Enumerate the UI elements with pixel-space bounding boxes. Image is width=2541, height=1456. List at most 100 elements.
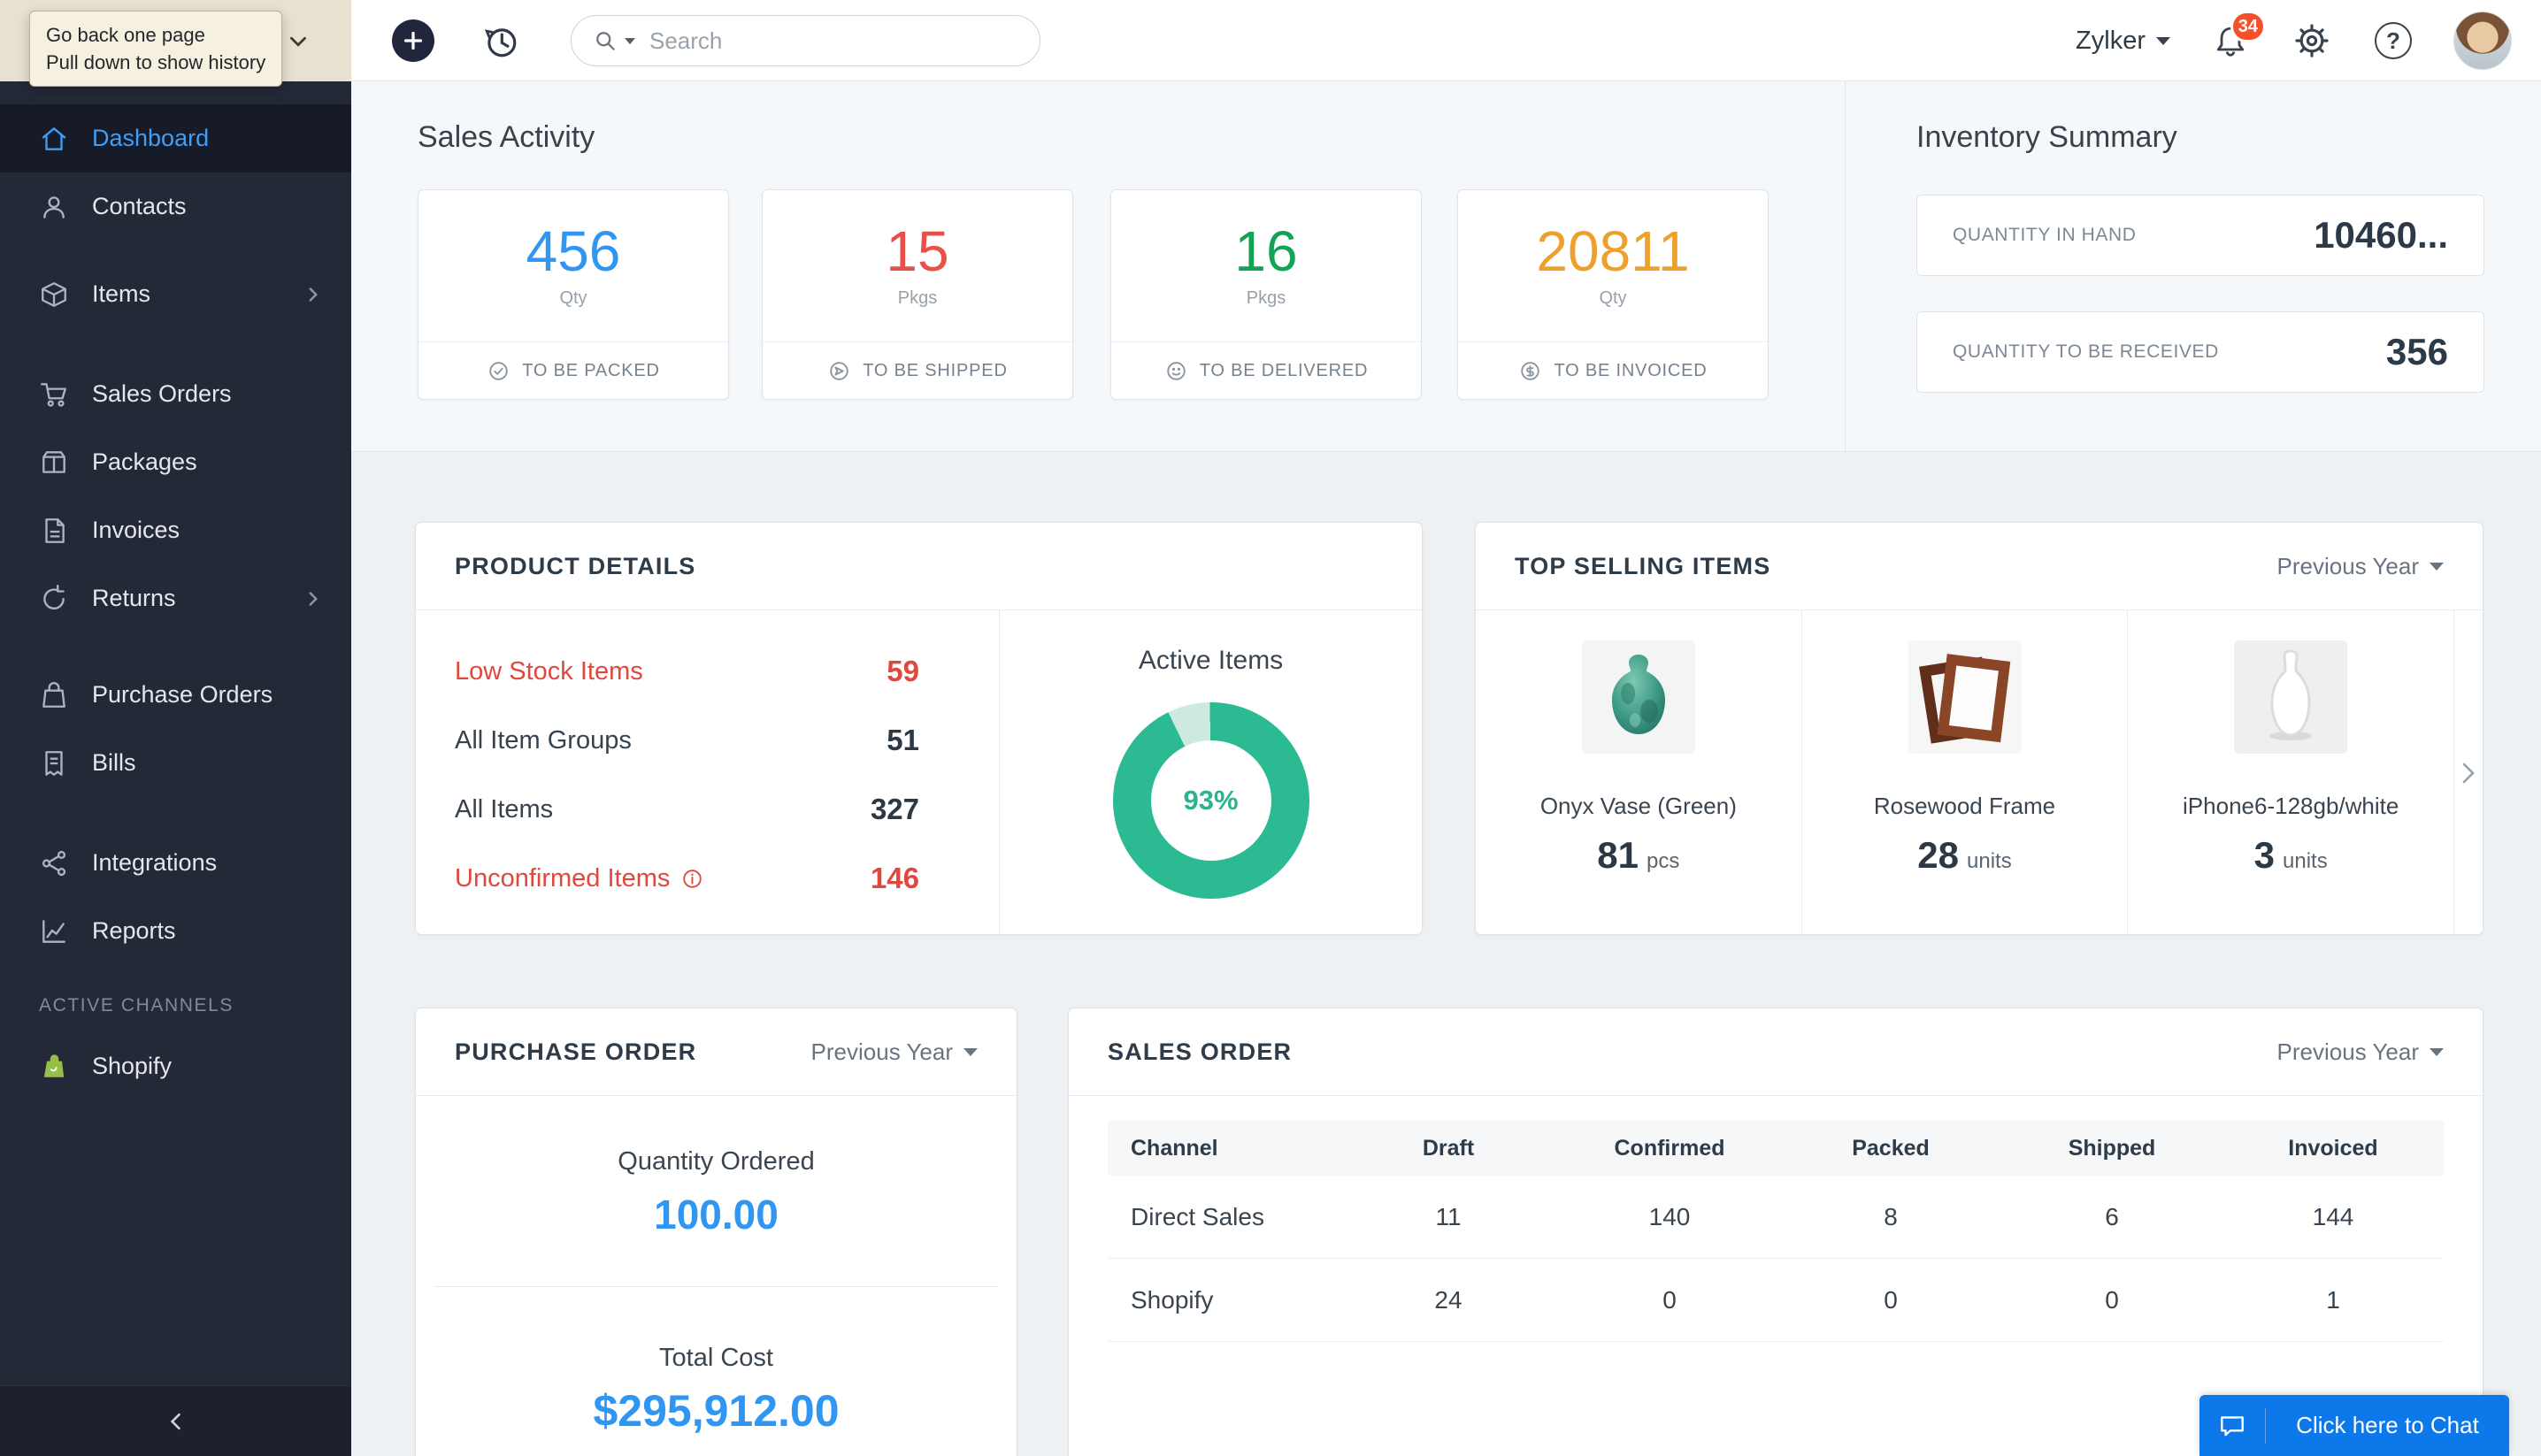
sidebar-item-integrations[interactable]: Integrations	[0, 829, 351, 897]
plus-icon	[403, 31, 423, 50]
all-item-groups-row[interactable]: All Item Groups 51	[455, 706, 919, 775]
sidebar-item-bills[interactable]: Bills	[0, 729, 351, 797]
top-selling-item[interactable]: iPhone6-128gb/white 3 units	[2128, 610, 2455, 935]
to-be-packed-card[interactable]: 456 Qty TO BE PACKED	[418, 189, 729, 400]
to-be-shipped-card[interactable]: 15 Pkgs TO BE SHIPPED	[762, 189, 1073, 400]
active-channels-heading: ACTIVE CHANNELS	[39, 995, 234, 1015]
top-bar: Zylker 34 ?	[0, 0, 2541, 81]
sidebar-nav: Dashboard Contacts Items Sales Orders Pa…	[0, 81, 351, 1456]
product-details-list: Low Stock Items 59 All Item Groups 51 Al…	[416, 610, 1000, 935]
top-selling-items-title: TOP SELLING ITEMS	[1515, 552, 1771, 579]
quick-create-button[interactable]	[392, 19, 434, 62]
chat-button-label: Click here to Chat	[2296, 1412, 2479, 1438]
to-be-invoiced-card[interactable]: 20811 Qty TO BE INVOICED	[1457, 189, 1769, 400]
to-be-shipped-value: 15	[886, 219, 949, 283]
active-items-donut[interactable]: 93%	[1112, 702, 1309, 899]
divider	[434, 1286, 999, 1287]
integrations-nodes-icon	[39, 848, 69, 878]
sidebar-item-reports[interactable]: Reports	[0, 897, 351, 965]
unconfirmed-items-row[interactable]: Unconfirmed Items 146	[455, 844, 919, 913]
to-be-delivered-unit: Pkgs	[1246, 288, 1286, 308]
search-icon	[593, 28, 618, 53]
chat-bubble-icon	[2199, 1411, 2265, 1441]
user-avatar[interactable]	[2453, 11, 2512, 70]
inventory-dashboard: Zylker 34 ?	[0, 0, 2541, 1456]
product-details-title: PRODUCT DETAILS	[455, 552, 696, 579]
sales-order-filter[interactable]: Previous Year	[2277, 1038, 2444, 1066]
top-selling-item[interactable]: Rosewood Frame 28 units	[1802, 610, 2129, 935]
search-scope-caret-icon[interactable]	[625, 37, 635, 44]
info-icon[interactable]	[680, 867, 704, 891]
quantity-in-hand-label: QUANTITY IN HAND	[1953, 225, 2137, 245]
product-unit: pcs	[1647, 849, 1680, 873]
active-items-label: Active Items	[1138, 646, 1284, 675]
help-button[interactable]: ?	[2372, 19, 2414, 62]
sidebar-item-label: Purchase Orders	[92, 681, 273, 708]
sidebar-item-invoices[interactable]: Invoices	[0, 496, 351, 564]
inventory-summary-title: Inventory Summary	[1916, 120, 2177, 154]
to-be-shipped-label: TO BE SHIPPED	[863, 360, 1008, 380]
package-icon	[39, 448, 69, 478]
carousel-next-button[interactable]	[2454, 610, 2483, 935]
chevron-right-icon	[302, 587, 325, 610]
quantity-to-be-received-value: 356	[2385, 331, 2448, 372]
purchase-order-filter[interactable]: Previous Year	[811, 1038, 978, 1066]
product-qty: 3	[2253, 834, 2275, 876]
gear-icon	[2295, 24, 2329, 57]
cube-icon	[39, 280, 69, 310]
sales-order-table: Channel Draft Confirmed Packed Shipped I…	[1108, 1121, 2444, 1342]
chevron-down-icon	[963, 1047, 978, 1056]
sidebar-item-contacts[interactable]: Contacts	[0, 172, 351, 241]
green-vase-image	[1581, 640, 1695, 754]
chevron-right-icon	[302, 283, 325, 306]
quantity-to-be-received-row[interactable]: QUANTITY TO BE RECEIVED 356	[1916, 311, 2484, 393]
sidebar-item-purchase-orders[interactable]: Purchase Orders	[0, 661, 351, 729]
sidebar-item-label: Dashboard	[92, 125, 210, 151]
sidebar-item-label: Invoices	[92, 517, 180, 543]
low-stock-items-row[interactable]: Low Stock Items 59	[455, 637, 919, 706]
all-item-groups-label: All Item Groups	[455, 725, 632, 755]
org-name: Zylker	[2076, 26, 2146, 55]
table-row[interactable]: Direct Sales 11 140 8 6 144	[1108, 1176, 2444, 1259]
sales-activity-title: Sales Activity	[418, 120, 595, 154]
sidebar-item-returns[interactable]: Returns	[0, 564, 351, 632]
top-selling-item[interactable]: Onyx Vase (Green) 81 pcs	[1476, 610, 1802, 935]
quantity-to-be-received-label: QUANTITY TO BE RECEIVED	[1953, 341, 2219, 362]
sidebar-collapse-button[interactable]	[0, 1385, 351, 1456]
chat-button[interactable]: Click here to Chat	[2199, 1395, 2509, 1456]
top-selling-filter[interactable]: Previous Year	[2277, 553, 2444, 580]
sidebar-item-packages[interactable]: Packages	[0, 428, 351, 496]
to-be-delivered-card[interactable]: 16 Pkgs TO BE DELIVERED	[1110, 189, 1422, 400]
sidebar-item-label: Contacts	[92, 193, 187, 219]
quantity-ordered-value[interactable]: 100.00	[416, 1191, 1017, 1238]
global-search[interactable]	[571, 15, 1040, 66]
bag-icon	[39, 680, 69, 710]
sidebar-item-label: Bills	[92, 749, 136, 776]
tooltip-line-1: Go back one page	[46, 24, 205, 46]
receipt-icon	[39, 748, 69, 778]
sidebar-item-label: Shopify	[92, 1053, 173, 1079]
active-items-panel: Active Items 93%	[1000, 610, 1422, 935]
sidebar-item-label: Packages	[92, 448, 197, 475]
to-be-invoiced-label: TO BE INVOICED	[1554, 360, 1708, 380]
quantity-in-hand-row[interactable]: QUANTITY IN HAND 10460...	[1916, 195, 2484, 276]
column-header: Channel	[1131, 1135, 1218, 1161]
chevron-down-icon[interactable]	[285, 28, 311, 55]
all-item-groups-value: 51	[887, 724, 919, 756]
recent-history-button[interactable]	[480, 21, 521, 62]
sidebar-item-label: Items	[92, 280, 151, 307]
settings-button[interactable]	[2291, 19, 2333, 62]
org-switcher[interactable]: Zylker	[2076, 27, 2170, 56]
notifications-button[interactable]: 34	[2209, 11, 2266, 62]
product-unit: units	[1967, 849, 2012, 873]
search-input[interactable]	[649, 27, 1018, 55]
all-items-row[interactable]: All Items 327	[455, 775, 919, 844]
sidebar-item-items[interactable]: Items	[0, 260, 351, 328]
total-cost-value[interactable]: $295,912.00	[416, 1385, 1017, 1437]
person-icon	[39, 192, 69, 222]
sidebar-item-shopify[interactable]: Shopify	[0, 1032, 351, 1100]
sidebar-item-sales-orders[interactable]: Sales Orders	[0, 360, 351, 428]
sidebar-item-dashboard[interactable]: Dashboard	[0, 104, 351, 172]
product-unit: units	[2283, 849, 2328, 873]
table-row[interactable]: Shopify 24 0 0 0 1	[1108, 1259, 2444, 1342]
